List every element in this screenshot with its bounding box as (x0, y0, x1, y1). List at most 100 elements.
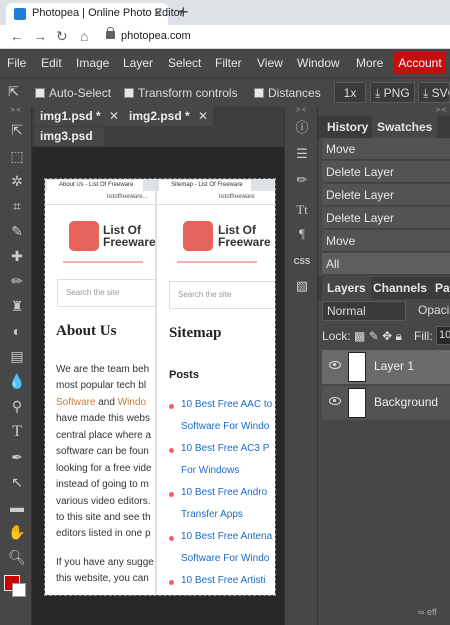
background-color-swatch[interactable] (12, 583, 26, 597)
blend-mode-select[interactable]: Normal (322, 301, 406, 321)
export-png-button[interactable]: ⤓ PNG (370, 82, 415, 103)
history-item[interactable]: Delete Layer (322, 161, 450, 183)
path-select-tool-icon[interactable]: ↖ (8, 473, 26, 491)
menu-file[interactable]: File (7, 56, 26, 70)
home-icon[interactable]: ⌂ (80, 28, 88, 44)
marquee-tool-icon[interactable]: ⬚ (8, 147, 26, 165)
history-item[interactable]: Move (322, 230, 450, 252)
lock-move-icon[interactable]: ✥ (382, 329, 392, 343)
move-tool-icon[interactable]: ⇱ (8, 121, 26, 139)
zoom-select[interactable]: 1x (334, 82, 366, 103)
lock-all-icon[interactable]: 🔒︎ (396, 329, 402, 343)
visibility-eye-icon[interactable] (329, 361, 341, 369)
hand-tool-icon[interactable]: ✋ (8, 523, 26, 541)
tab-close-icon[interactable]: ✕ (153, 6, 163, 20)
history-item[interactable]: Delete Layer (322, 207, 450, 229)
forward-icon[interactable]: → (33, 28, 47, 44)
stamp-tool-icon[interactable]: ♜ (8, 297, 26, 315)
brush-tool-icon[interactable]: ✏ (8, 272, 26, 290)
lock-paint-icon[interactable]: ✎ (369, 329, 379, 343)
type-tool-icon[interactable]: T (8, 423, 26, 441)
browser-tab[interactable]: Photopea | Online Photo Editor ✕ (6, 3, 183, 25)
lock-icon (106, 27, 115, 39)
paragraph-icon[interactable]: ¶ (293, 225, 311, 243)
url-field[interactable]: photopea.com (121, 30, 191, 42)
fill-input[interactable]: 10 (436, 326, 450, 345)
mini-url: listoffreeware... (107, 194, 148, 200)
tab-channels[interactable]: Channels (368, 277, 432, 299)
history-item[interactable]: Delete Layer (322, 184, 450, 206)
tab-history[interactable]: History (322, 116, 373, 138)
browser-tab-bar: Photopea | Online Photo Editor ✕ + (0, 0, 450, 25)
layer-name: Background (374, 395, 439, 409)
zoom-tool-icon[interactable]: 🔍︎ (8, 548, 26, 566)
address-bar: ← → ↻ ⌂ photopea.com (0, 25, 450, 49)
transform-controls-checkbox[interactable] (124, 88, 134, 98)
layer-thumbnail (348, 388, 366, 418)
healing-tool-icon[interactable]: ✚ (8, 247, 26, 265)
image-icon[interactable]: ▧ (293, 277, 311, 295)
mini-address-bar: listoffreeware (157, 191, 275, 205)
menu-select[interactable]: Select (168, 56, 201, 70)
menu-edit[interactable]: Edit (41, 56, 62, 70)
svg-label: SVG (431, 86, 449, 100)
tab-swatches[interactable]: Swatches (372, 116, 438, 138)
history-item[interactable]: Move (322, 138, 450, 160)
software-link: Software (56, 397, 96, 408)
magic-wand-tool-icon[interactable]: ✲ (8, 172, 26, 190)
new-tab-icon[interactable]: + (178, 2, 189, 23)
close-icon[interactable]: ✕ (198, 107, 208, 126)
doc-tab-img3[interactable]: img3.psd (34, 127, 104, 146)
visibility-eye-icon[interactable] (329, 397, 341, 405)
back-icon[interactable]: ← (10, 28, 24, 44)
canvas-area[interactable]: About Us - List Of Freeware listoffreewa… (32, 147, 284, 625)
info-icon[interactable]: ⓘ (293, 119, 311, 137)
tab-layers[interactable]: Layers (322, 277, 371, 299)
document-canvas[interactable]: About Us - List Of Freeware listoffreewa… (44, 178, 276, 596)
pen-tool-icon[interactable]: ✒ (8, 448, 26, 466)
eyedropper-tool-icon[interactable]: ✎ (8, 222, 26, 240)
auto-select-label: Auto-Select (49, 86, 112, 100)
css-icon[interactable]: CSS (293, 253, 311, 271)
dodge-tool-icon[interactable]: ⚲ (8, 397, 26, 415)
character-icon[interactable]: Tt (293, 201, 311, 219)
layer-row[interactable]: Layer 1 (322, 350, 450, 384)
doc-tab-img1[interactable]: img1.psd * ✕ (34, 107, 124, 126)
eraser-tool-icon[interactable]: ◐ (8, 322, 26, 340)
body-line: Software and Windo (56, 397, 146, 408)
reload-icon[interactable]: ↻ (56, 28, 68, 45)
menu-window[interactable]: Window (297, 56, 340, 70)
shape-tool-icon[interactable]: ▬ (8, 498, 26, 516)
fill-label: Fill: (414, 329, 433, 343)
blur-tool-icon[interactable]: 💧 (8, 372, 26, 390)
menu-more[interactable]: More (356, 56, 383, 70)
auto-select-checkbox[interactable] (35, 88, 45, 98)
menu-filter[interactable]: Filter (215, 56, 242, 70)
link-icon[interactable]: ∞ (418, 607, 424, 617)
layer-row[interactable]: Background (322, 386, 450, 420)
distances-checkbox[interactable] (254, 88, 264, 98)
body-line: looking for a free vide (56, 463, 152, 474)
account-button[interactable]: Account (394, 52, 446, 74)
close-icon[interactable]: ✕ (109, 107, 119, 126)
collapse-arrows[interactable]: > < (0, 107, 31, 115)
about-heading: About Us (56, 323, 117, 339)
lock-transparency-icon[interactable]: ▩ (354, 329, 365, 343)
history-item[interactable]: All (322, 253, 450, 275)
menu-image[interactable]: Image (76, 56, 109, 70)
collapse-arrows[interactable]: > < (285, 107, 317, 115)
sitemap-heading: Sitemap (169, 325, 222, 341)
adjustments-icon[interactable]: ☰ (293, 145, 311, 163)
doc-tab-img2[interactable]: img2.psd * ✕ (123, 107, 213, 126)
crop-tool-icon[interactable]: ⌗ (8, 197, 26, 215)
right-panel: > < History Swatches Move Delete Layer D… (318, 107, 450, 625)
export-svg-button[interactable]: ⤓ SVG (418, 82, 450, 103)
menu-view[interactable]: View (257, 56, 283, 70)
menu-layer[interactable]: Layer (123, 56, 153, 70)
brush-settings-icon[interactable]: ✏ (293, 171, 311, 189)
distances-label: Distances (268, 86, 321, 100)
effects-label[interactable]: eff (427, 607, 437, 617)
gradient-tool-icon[interactable]: ▤ (8, 347, 26, 365)
tab-paths[interactable]: Pa (430, 277, 450, 299)
collapse-arrows[interactable]: > < (318, 107, 450, 115)
